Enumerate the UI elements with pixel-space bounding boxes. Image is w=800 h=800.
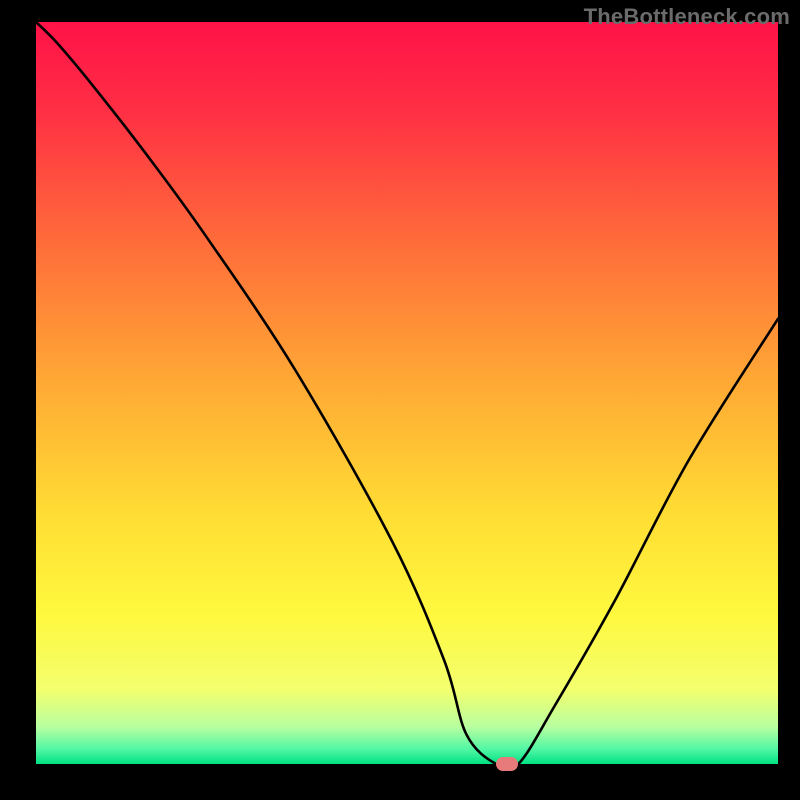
chart-frame: TheBottleneck.com bbox=[0, 0, 800, 800]
watermark-text: TheBottleneck.com bbox=[584, 4, 790, 30]
plot-area bbox=[36, 22, 778, 764]
gradient-background bbox=[36, 22, 778, 764]
chart-svg bbox=[36, 22, 778, 764]
optimum-marker bbox=[496, 757, 518, 771]
